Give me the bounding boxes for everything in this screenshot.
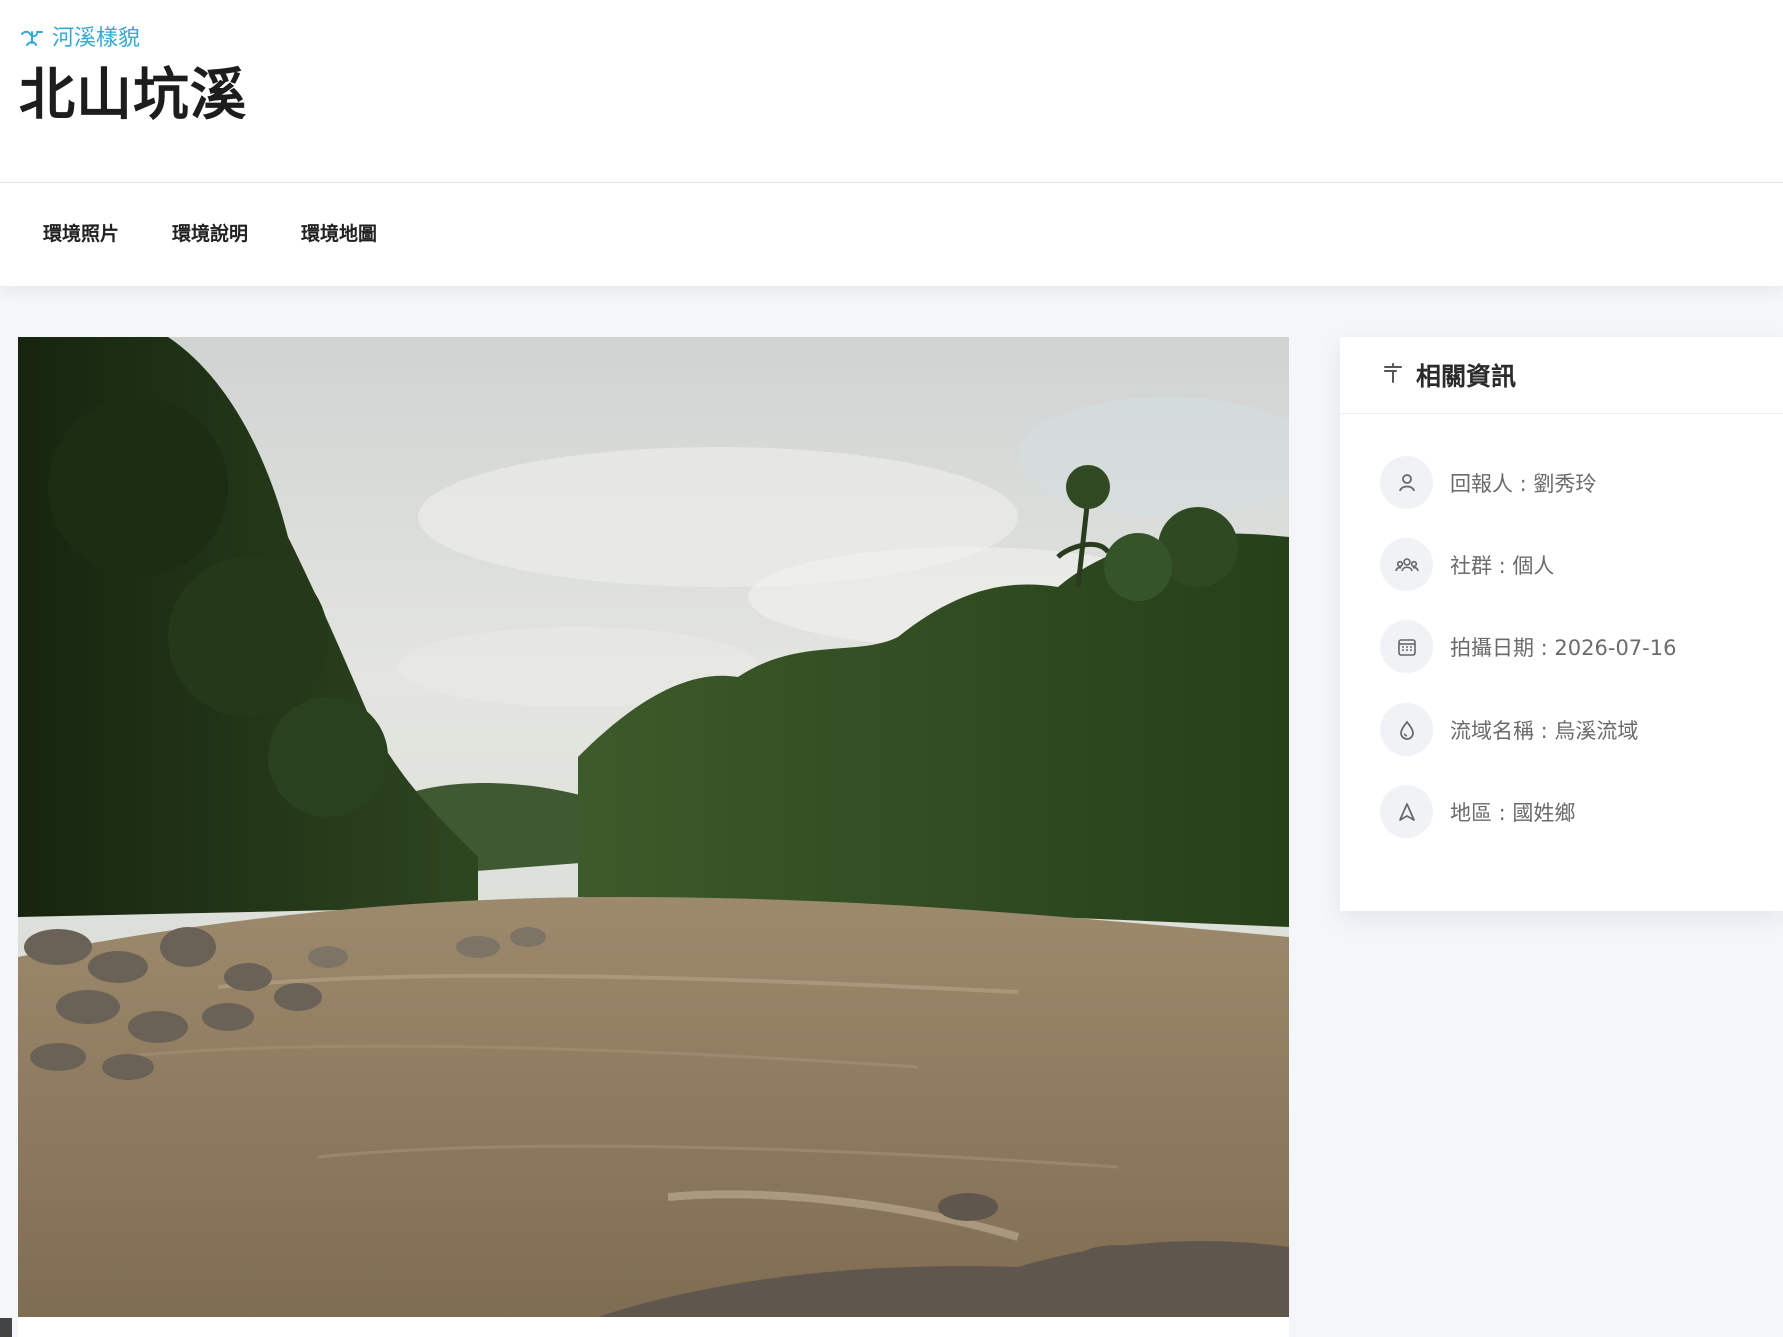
signpost-icon <box>1382 362 1404 388</box>
info-panel-header: 相關資訊 <box>1340 337 1783 414</box>
info-item-region: 地區 : 國姓鄉 <box>1380 785 1575 838</box>
info-region-text: 地區 : 國姓鄉 <box>1450 800 1576 825</box>
info-panel-title: 相關資訊 <box>1416 362 1517 391</box>
group-icon <box>1380 538 1433 591</box>
info-item-date: 拍攝日期 : 2026-07-16 <box>1380 620 1676 673</box>
page-title: 北山坑溪 <box>19 63 247 128</box>
category-text: 河溪樣貌 <box>52 26 141 51</box>
tab-photos[interactable]: 環境照片 <box>43 220 119 248</box>
river-icon <box>20 29 44 49</box>
user-icon <box>1380 456 1433 509</box>
scroll-indicator <box>0 1318 12 1337</box>
info-date-text: 拍攝日期 : 2026-07-16 <box>1450 635 1677 660</box>
info-panel: 相關資訊 回報人 : 劉秀玲 社群: 個人 拍攝日期: 2026-07-16… <box>1340 337 1783 911</box>
tab-bar: 環境照片 環境說明 環境地圖 <box>0 183 1783 286</box>
location-icon <box>1380 785 1433 838</box>
water-drop-icon <box>1380 703 1433 756</box>
calendar-icon <box>1380 620 1433 673</box>
river-photo[interactable] <box>18 337 1289 1317</box>
info-reporter-text: 回報人 : 劉秀玲 <box>1450 471 1597 496</box>
page-header: 河溪樣貌 北山坑溪 <box>0 0 1783 183</box>
tab-description[interactable]: 環境說明 <box>172 220 248 248</box>
photo-caption-area <box>18 1317 1289 1337</box>
info-item-basin: 流域名稱 : 烏溪流域 <box>1380 703 1638 756</box>
category-label[interactable]: 河溪樣貌 <box>20 24 140 54</box>
info-item-reporter: 回報人 : 劉秀玲 <box>1380 456 1596 509</box>
info-basin-text: 流域名稱 : 烏溪流域 <box>1450 718 1639 743</box>
tab-map[interactable]: 環境地圖 <box>301 220 377 248</box>
info-item-community: 社群 : 個人 <box>1380 538 1554 591</box>
info-community-text: 社群 : 個人 <box>1450 553 1555 578</box>
